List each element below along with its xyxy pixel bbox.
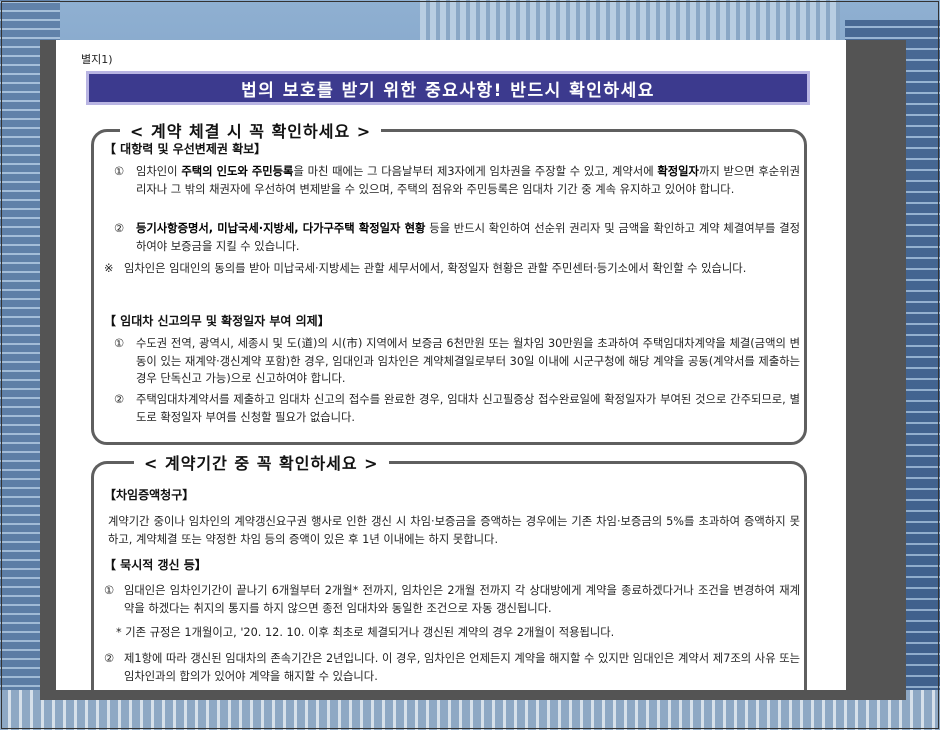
note-mark: ※: [104, 262, 114, 275]
item-number: ①: [114, 165, 125, 178]
paragraph: 등기사항증명서, 미납국세·지방세, 다가구주택 확정일자 현황 등을 반드시 …: [136, 222, 801, 253]
paragraph: 계약기간 중이나 임차인의 계약갱신요구권 행사로 인한 갱신 시 차임·보증금…: [108, 515, 800, 546]
document-page: 별지1) 법의 보호를 받기 위한 중요사항! 반드시 확인하세요 < 계약 체…: [56, 40, 846, 690]
item-number: ②: [114, 222, 125, 235]
box-title: < 계약 체결 시 꼭 확인하세요 >: [120, 118, 382, 142]
footnote: * 기존 규정은 1개월이고, '20. 12. 10. 이후 최초로 체결되거…: [116, 626, 615, 639]
section-heading: 【 임대차 신고의무 및 확정일자 부여 의제】: [104, 314, 330, 328]
section-heading: 【 묵시적 갱신 등】: [104, 558, 207, 572]
title-banner: 법의 보호를 받기 위한 중요사항! 반드시 확인하세요: [86, 71, 810, 105]
item-number: ①: [104, 584, 115, 597]
contract-signing-box: < 계약 체결 시 꼭 확인하세요 > 【 대항력 및 우선변제권 확보】 ① …: [91, 118, 807, 445]
paragraph: 임대인은 임차인기간이 끝나기 6개월부터 2개월* 전까지, 임차인은 2개월…: [124, 584, 800, 615]
item-number: ①: [114, 337, 125, 350]
box-title: < 계약기간 중 꼭 확인하세요 >: [134, 450, 389, 474]
document-shadow-right: [846, 40, 906, 690]
document-shadow-left: [40, 40, 56, 690]
attachment-label: 별지1): [81, 53, 113, 66]
paragraph: 주택임대차계약서를 제출하고 임대차 신고의 접수를 완료한 경우, 임대차 신…: [136, 393, 800, 424]
document-shadow-bottom: [40, 690, 906, 700]
section-heading: 【차임증액청구】: [104, 488, 195, 502]
section-heading: 【 대항력 및 우선변제권 확보】: [104, 142, 267, 156]
paragraph: 제1항에 따라 갱신된 임대차의 존속기간은 2년입니다. 이 경우, 임차인은…: [124, 652, 800, 683]
item-number: ②: [114, 393, 125, 406]
building-top: [420, 0, 840, 40]
item-number: ②: [104, 652, 115, 665]
paragraph: 수도권 전역, 광역시, 세종시 및 도(道)의 시(市) 지역에서 보증금 6…: [136, 337, 800, 385]
contract-period-box: < 계약기간 중 꼭 확인하세요 > 【차임증액청구】 계약기간 중이나 임차인…: [91, 450, 807, 690]
note-text: 임차인은 임대인의 동의를 받아 미납국세·지방세는 관할 세무서에서, 확정일…: [124, 262, 747, 275]
paragraph: 임차인이 주택의 인도와 주민등록을 마친 때에는 그 다음날부터 제3자에게 …: [136, 165, 800, 196]
